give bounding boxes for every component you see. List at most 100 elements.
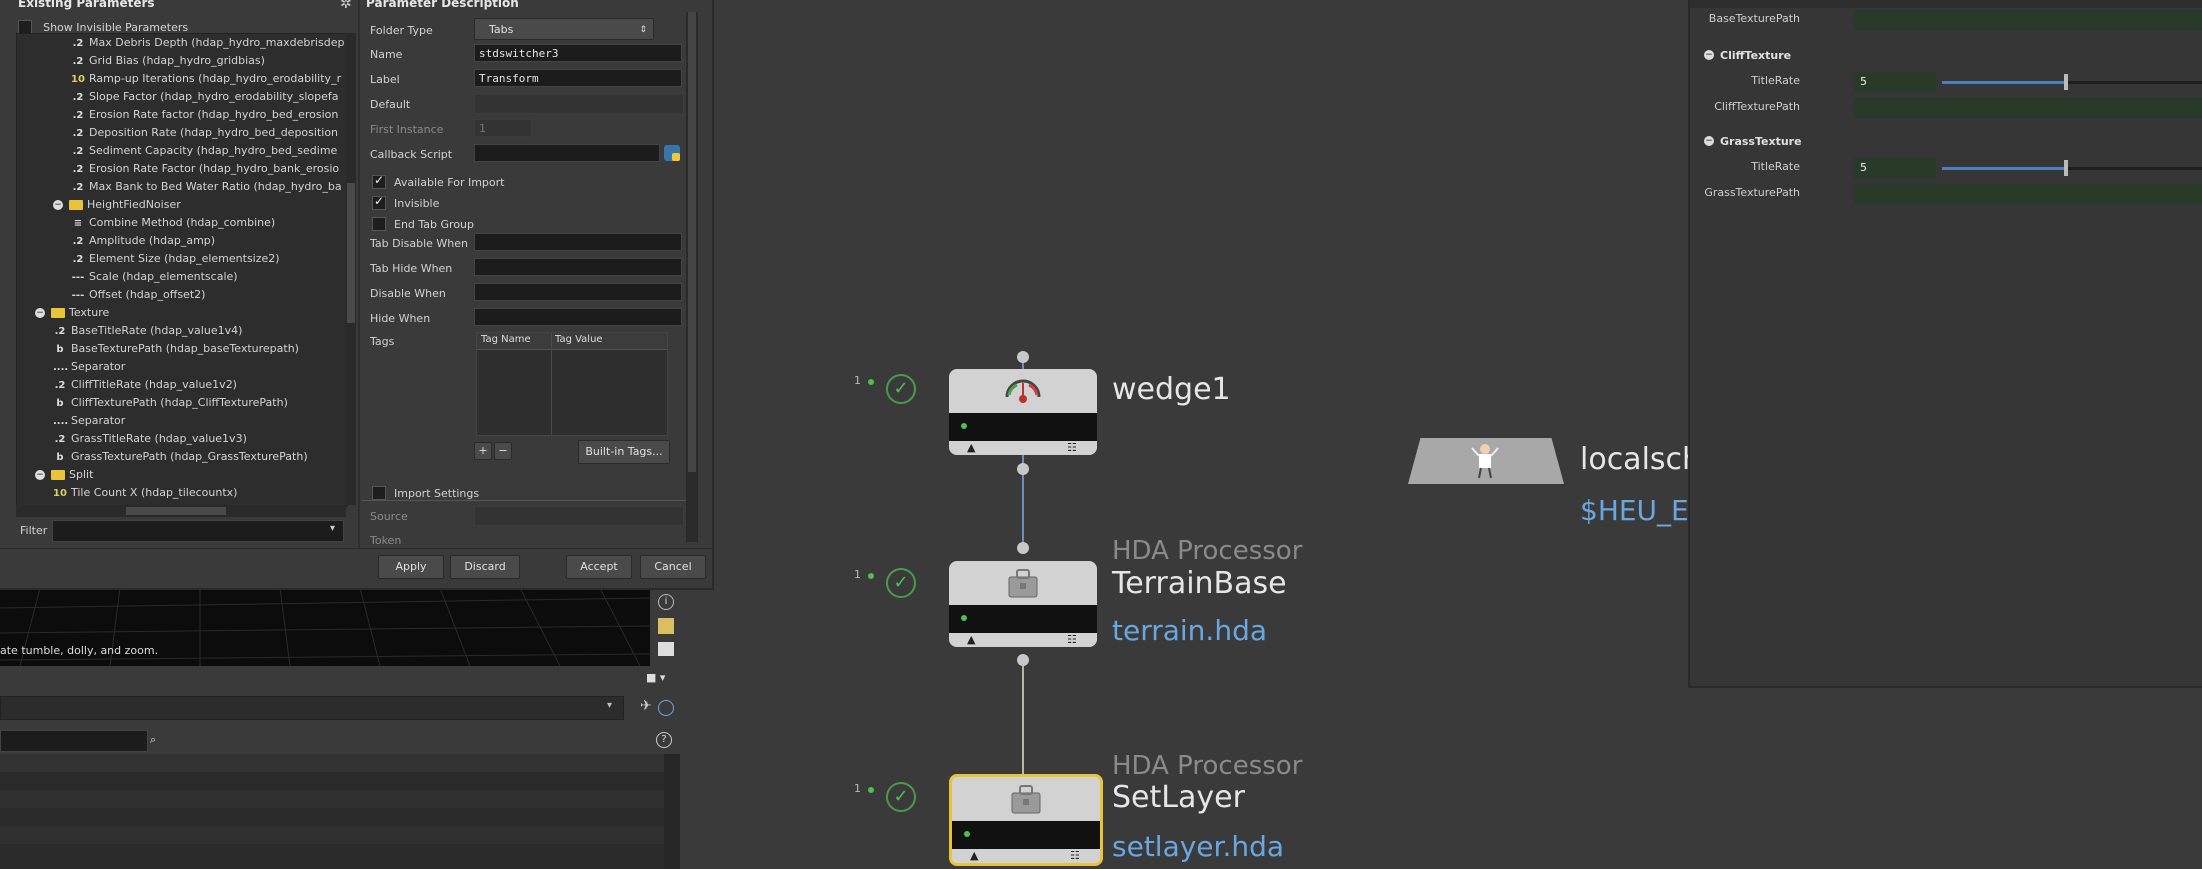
folder-icon [69, 200, 83, 210]
localscheduler-node[interactable] [1408, 438, 1564, 484]
base-texture-path-field[interactable] [1854, 10, 2202, 30]
remove-tag-button[interactable]: − [494, 442, 512, 460]
terrainbase-node[interactable]: ▲ ☷ [949, 561, 1097, 647]
import-settings-toggle[interactable]: Import Settings [372, 482, 479, 501]
tree-row[interactable]: ≡ Combine Method (hdap_combine) [17, 214, 347, 232]
output-connector[interactable] [1017, 654, 1029, 666]
tree-row[interactable]: − Texture [17, 304, 347, 322]
tree-row[interactable]: .2 Amplitude (hdap_amp) [17, 232, 347, 250]
tab-disable-field[interactable] [474, 233, 682, 251]
info-icon[interactable]: i [658, 594, 674, 610]
tree-row[interactable]: .2 Grid Bias (hdap_hydro_gridbias) [17, 52, 347, 70]
cliff-rate-slider[interactable] [1942, 81, 2202, 84]
tree-row[interactable]: .... Separator [17, 412, 347, 430]
checkbox-icon[interactable] [372, 485, 386, 500]
tree-row[interactable]: .2 Sediment Capacity (hdap_hydro_bed_sedi… [17, 142, 347, 160]
folder-type-label: Folder Type [370, 24, 433, 37]
output-connector[interactable] [1017, 463, 1029, 475]
cliff-texture-header[interactable]: − CliffTexture [1704, 44, 1791, 63]
tree-row[interactable]: .2 Max Debris Depth (hdap_hydro_maxdebris… [17, 34, 347, 52]
pin-icon[interactable]: ✈ [640, 698, 652, 714]
cliff-path-field[interactable] [1854, 98, 2202, 118]
tree-row[interactable]: b BaseTexturePath (hdap_baseTexturepath) [17, 340, 347, 358]
python-icon[interactable] [664, 145, 680, 161]
builtin-tags-button[interactable]: Built-in Tags... [578, 440, 670, 464]
tree-row[interactable]: --- Scale (hdap_elementscale) [17, 268, 347, 286]
tree-row[interactable]: 10 Tile Count X (hdap_tilecountx) [17, 484, 347, 502]
check-icon[interactable]: ✓ [886, 568, 916, 598]
grass-rate-field[interactable]: 5 [1854, 158, 1936, 178]
cliff-slider-handle[interactable] [2064, 74, 2068, 90]
check-icon[interactable]: ✓ [886, 374, 916, 404]
tree-row[interactable]: − HeightFiedNoiser [17, 196, 347, 214]
checkbox-icon[interactable] [18, 19, 32, 34]
camera-icon[interactable] [658, 642, 674, 656]
discard-button[interactable]: Discard [450, 555, 520, 579]
filter-input[interactable] [52, 520, 344, 542]
path-dropdown[interactable]: ▾ [0, 696, 624, 720]
callback-field[interactable] [474, 144, 660, 162]
tree-row[interactable]: − Split [17, 466, 347, 484]
checkbox-icon[interactable] [372, 173, 386, 189]
search-icon[interactable]: ⌕ [150, 733, 156, 747]
grass-slider-handle[interactable] [2064, 160, 2068, 176]
list-scrollbar[interactable] [664, 754, 680, 869]
grid-view-icon[interactable] [658, 618, 674, 634]
name-field[interactable]: stdswitcher3 [474, 44, 682, 62]
form-scrollbar[interactable] [686, 12, 698, 542]
label-field[interactable]: Transform [474, 69, 682, 87]
tab-hide-field[interactable] [474, 258, 682, 276]
splitter[interactable] [358, 0, 360, 548]
checkbox-icon[interactable] [372, 216, 386, 231]
grass-path-field[interactable] [1854, 184, 2202, 204]
search-field[interactable] [0, 730, 148, 752]
accept-button[interactable]: Accept [566, 555, 632, 579]
filter-dropdown-icon[interactable]: ▾ [330, 523, 335, 534]
input-connector[interactable] [1017, 351, 1029, 363]
help-icon[interactable]: ? [656, 732, 672, 748]
grass-texture-header[interactable]: − GrassTexture [1704, 130, 1802, 149]
gear-icon[interactable]: ✲ [340, 0, 352, 12]
available-import-toggle[interactable]: Available For Import [372, 171, 504, 190]
tree-h-scrollbar[interactable] [16, 505, 346, 517]
viewport[interactable]: ate tumble, dolly, and zoom. [0, 588, 650, 666]
tree-scrollbar[interactable] [346, 33, 356, 505]
tree-row[interactable]: .2 Element Size (hdap_elementsize2) [17, 250, 347, 268]
disable-when-field[interactable] [474, 283, 682, 301]
tree-row[interactable]: .2 Deposition Rate (hdap_hydro_bed_deposi… [17, 124, 347, 142]
tree-row[interactable]: .2 BaseTitleRate (hdap_value1v4) [17, 322, 347, 340]
pane-menu-icon[interactable]: ■ ▾ [646, 671, 665, 684]
tree-row[interactable]: 10 Ramp-up Iterations (hdap_hydro_erodabi… [17, 70, 347, 88]
tags-table[interactable]: Tag Name Tag Value [476, 332, 668, 436]
tree-row[interactable]: b GrassTexturePath (hdap_GrassTexturePath… [17, 448, 347, 466]
parameter-tree[interactable]: .2 Max Debris Depth (hdap_hydro_maxdebris… [16, 33, 348, 507]
tree-row[interactable]: --- Offset (hdap_offset2) [17, 286, 347, 304]
grass-rate-slider[interactable] [1942, 167, 2202, 170]
tree-row[interactable]: .2 CliffTitleRate (hdap_value1v2) [17, 376, 347, 394]
tree-row[interactable]: .2 Max Bank to Bed Water Ratio (hdap_hydr… [17, 178, 347, 196]
tree-row[interactable]: .2 Erosion Rate Factor (hdap_hydro_bank_e… [17, 160, 347, 178]
cancel-button[interactable]: Cancel [640, 555, 706, 579]
link-icon[interactable] [658, 700, 674, 716]
setlayer-node[interactable]: ▲ ☷ [949, 774, 1103, 866]
cliff-rate-field[interactable]: 5 [1854, 72, 1936, 92]
tree-row[interactable]: .2 GrassTitleRate (hdap_value1v3) [17, 430, 347, 448]
tree-row[interactable]: b CliffTexturePath (hdap_CliffTexturePath… [17, 394, 347, 412]
hide-when-field[interactable] [474, 308, 682, 326]
tree-row[interactable]: .2 Erosion Rate factor (hdap_hydro_bed_er… [17, 106, 347, 124]
end-tab-toggle[interactable]: End Tab Group [372, 213, 474, 232]
collapse-icon[interactable]: − [35, 470, 45, 480]
invisible-toggle[interactable]: Invisible [372, 192, 439, 211]
check-icon[interactable]: ✓ [886, 782, 916, 812]
add-tag-button[interactable]: + [474, 442, 492, 460]
wedge1-node[interactable]: ▲ ☷ [949, 369, 1097, 455]
apply-button[interactable]: Apply [378, 555, 444, 579]
list-area[interactable] [0, 754, 664, 869]
tree-row[interactable]: .... Separator [17, 358, 347, 376]
collapse-icon[interactable]: − [53, 200, 63, 210]
input-connector[interactable] [1017, 542, 1029, 554]
checkbox-icon[interactable] [372, 194, 386, 210]
folder-type-select[interactable]: Tabs ⇕ [474, 18, 654, 40]
collapse-icon[interactable]: − [35, 308, 45, 318]
tree-row[interactable]: .2 Slope Factor (hdap_hydro_erodability_s… [17, 88, 347, 106]
